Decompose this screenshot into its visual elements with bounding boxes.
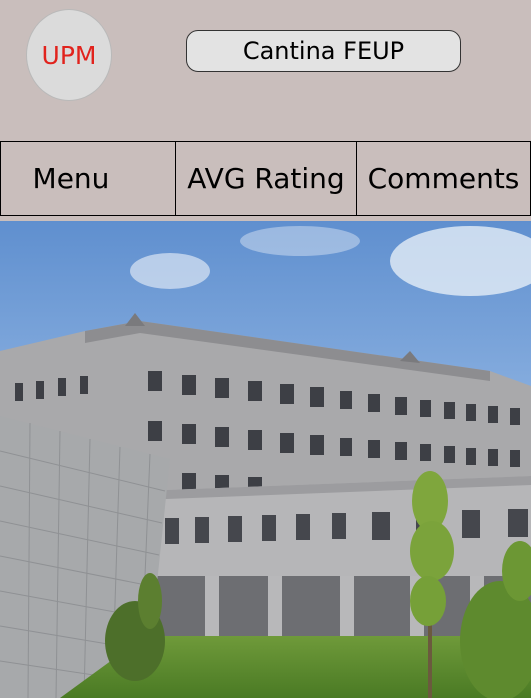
logo-text: UPM xyxy=(41,40,97,70)
tab-bar: Menu AVG Rating Comments xyxy=(0,141,531,216)
tab-avg-rating[interactable]: AVG Rating xyxy=(175,142,356,215)
tab-menu[interactable]: Menu xyxy=(1,142,175,215)
canteen-building-photo xyxy=(0,221,531,698)
tab-comments[interactable]: Comments xyxy=(356,142,530,215)
upm-logo[interactable]: UPM xyxy=(26,9,112,101)
building-image xyxy=(0,221,531,698)
app-header: UPM Cantina FEUP xyxy=(0,0,531,141)
page-title: Cantina FEUP xyxy=(186,30,461,72)
